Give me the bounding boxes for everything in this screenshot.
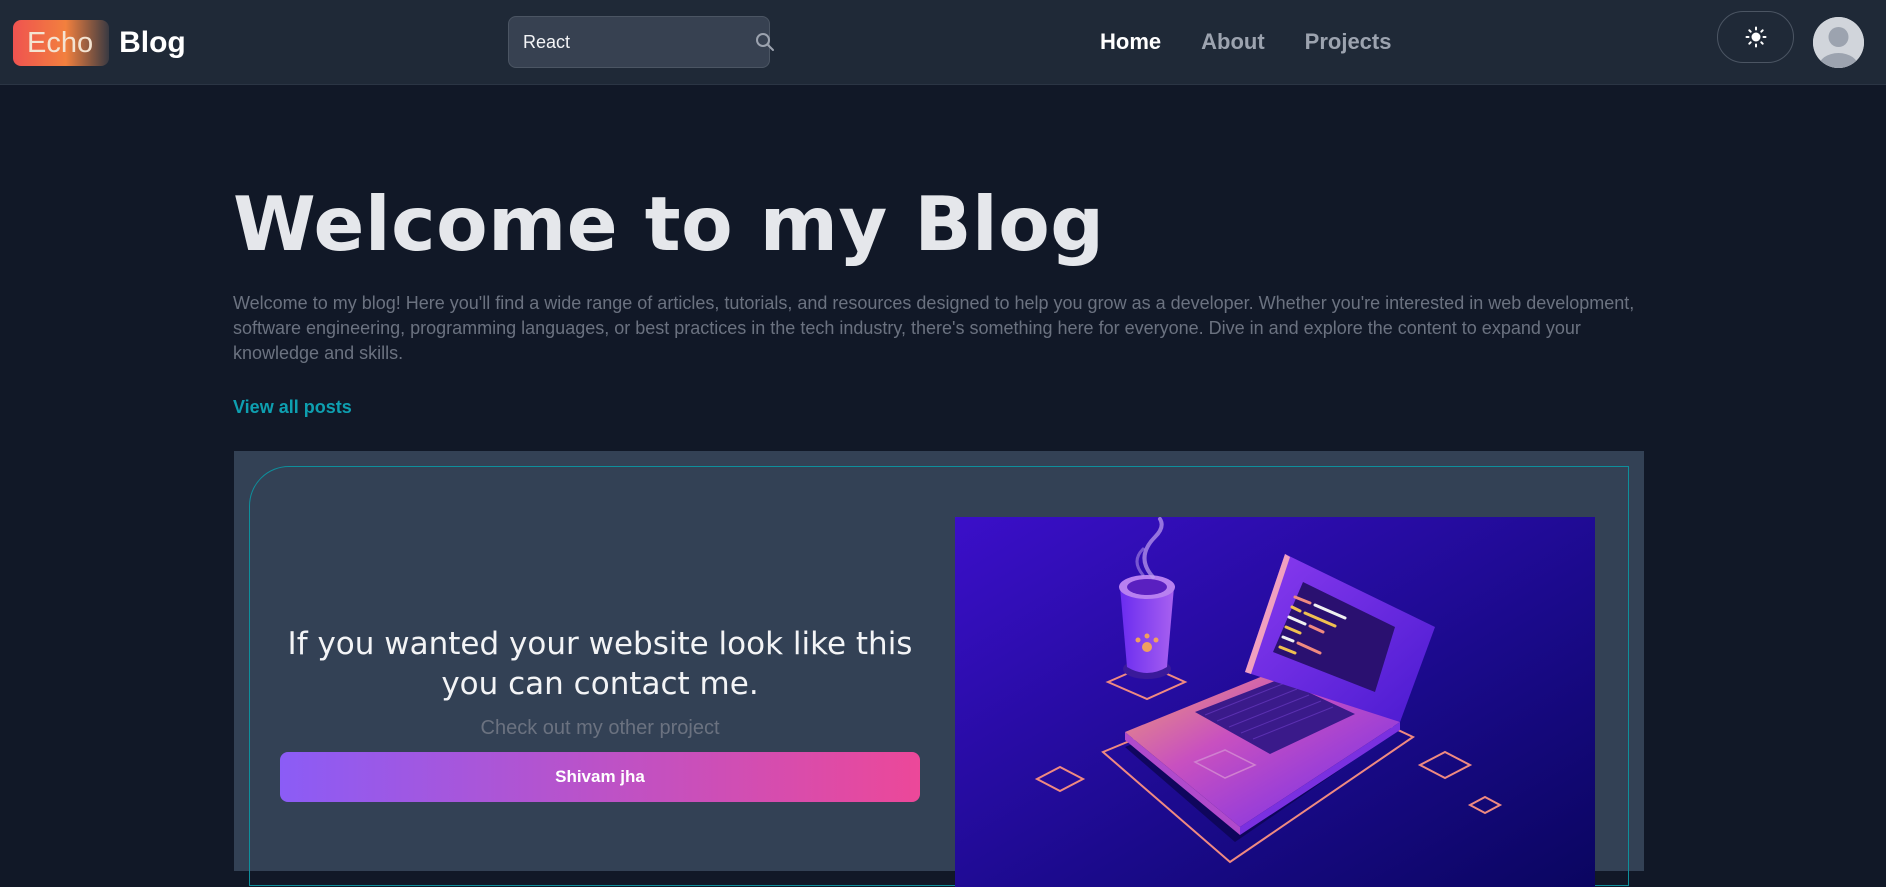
contact-button[interactable]: Shivam jha	[280, 752, 920, 802]
user-avatar[interactable]	[1813, 17, 1864, 68]
site-logo[interactable]: Echo Blog	[13, 20, 186, 66]
search-input[interactable]	[523, 31, 755, 53]
laptop-illustration	[955, 517, 1595, 887]
nav-link-home[interactable]: Home	[1100, 26, 1161, 58]
cta-subtext: Check out my other project	[480, 717, 720, 739]
cta-heading: If you wanted your website look like thi…	[287, 626, 913, 702]
user-avatar-icon	[1813, 17, 1864, 68]
intro-paragraph: Welcome to my blog! Here you'll find a w…	[233, 293, 1635, 363]
logo-badge: Echo	[13, 20, 110, 66]
search-icon[interactable]	[755, 29, 775, 55]
contact-cta-panel: If you wanted your website look like thi…	[234, 451, 1644, 887]
theme-toggle-button[interactable]	[1717, 11, 1794, 63]
sun-icon	[1745, 26, 1766, 48]
view-all-posts-link[interactable]: View all posts	[233, 397, 352, 418]
nav-link-about[interactable]: About	[1201, 26, 1265, 58]
cta-card: If you wanted your website look like thi…	[249, 466, 1629, 887]
page-title: Welcome to my Blog	[233, 180, 1105, 268]
navbar: Echo Blog Home About Projects	[0, 0, 1886, 85]
search-form	[508, 16, 774, 68]
nav-link-projects[interactable]: Projects	[1305, 26, 1392, 58]
logo-text: Blog	[119, 26, 186, 59]
main-nav: Home About Projects	[1100, 26, 1431, 58]
